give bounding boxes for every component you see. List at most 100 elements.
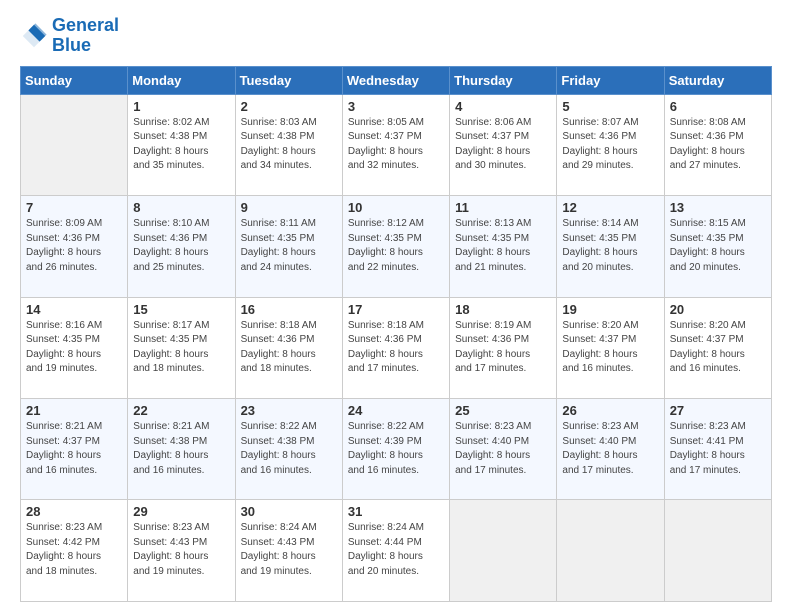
day-info: Sunrise: 8:20 AMSunset: 4:37 PMDaylight:… <box>670 319 766 377</box>
day-number: 14 <box>26 302 122 317</box>
week-row-2: 14 Sunrise: 8:16 AMSunset: 4:35 PMDayligh… <box>21 297 772 398</box>
day-info: Sunrise: 8:12 AMSunset: 4:35 PMDaylight:… <box>348 217 444 275</box>
calendar-cell: 10 Sunrise: 8:12 AMSunset: 4:35 PMDayligh… <box>342 196 449 297</box>
logo-text: General Blue <box>52 16 119 56</box>
day-info: Sunrise: 8:15 AMSunset: 4:35 PMDaylight:… <box>670 217 766 275</box>
day-number: 12 <box>562 200 658 215</box>
day-info: Sunrise: 8:24 AMSunset: 4:44 PMDaylight:… <box>348 521 444 579</box>
day-number: 13 <box>670 200 766 215</box>
day-info: Sunrise: 8:11 AMSunset: 4:35 PMDaylight:… <box>241 217 337 275</box>
calendar-cell <box>664 500 771 602</box>
day-number: 18 <box>455 302 551 317</box>
week-row-1: 7 Sunrise: 8:09 AMSunset: 4:36 PMDaylight… <box>21 196 772 297</box>
day-info: Sunrise: 8:19 AMSunset: 4:36 PMDaylight:… <box>455 319 551 377</box>
calendar-body: 1 Sunrise: 8:02 AMSunset: 4:38 PMDaylight… <box>21 94 772 601</box>
day-info: Sunrise: 8:07 AMSunset: 4:36 PMDaylight:… <box>562 116 658 174</box>
day-info: Sunrise: 8:13 AMSunset: 4:35 PMDaylight:… <box>455 217 551 275</box>
day-info: Sunrise: 8:17 AMSunset: 4:35 PMDaylight:… <box>133 319 229 377</box>
day-number: 22 <box>133 403 229 418</box>
day-number: 27 <box>670 403 766 418</box>
page: General Blue SundayMondayTuesdayWednesda… <box>0 0 792 612</box>
calendar-cell: 26Sunrise: 8:23 AMSunset: 4:40 PMDayligh… <box>557 399 664 500</box>
calendar-cell: 28 Sunrise: 8:23 AMSunset: 4:42 PMDayligh… <box>21 500 128 602</box>
day-number: 25 <box>455 403 551 418</box>
day-number: 20 <box>670 302 766 317</box>
calendar-cell: 30 Sunrise: 8:24 AMSunset: 4:43 PMDayligh… <box>235 500 342 602</box>
header-row: SundayMondayTuesdayWednesdayThursdayFrid… <box>21 66 772 94</box>
day-number: 24 <box>348 403 444 418</box>
calendar-cell: 22 Sunrise: 8:21 AMSunset: 4:38 PMDayligh… <box>128 399 235 500</box>
day-info: Sunrise: 8:02 AMSunset: 4:38 PMDaylight:… <box>133 116 229 174</box>
calendar-cell: 16Sunrise: 8:18 AMSunset: 4:36 PMDayligh… <box>235 297 342 398</box>
weekday-header-monday: Monday <box>128 66 235 94</box>
calendar-cell <box>21 94 128 195</box>
day-info: Sunrise: 8:09 AMSunset: 4:36 PMDaylight:… <box>26 217 122 275</box>
calendar-cell: 4 Sunrise: 8:06 AMSunset: 4:37 PMDaylight… <box>450 94 557 195</box>
calendar-cell <box>450 500 557 602</box>
day-info: Sunrise: 8:05 AMSunset: 4:37 PMDaylight:… <box>348 116 444 174</box>
day-number: 7 <box>26 200 122 215</box>
day-number: 29 <box>133 504 229 519</box>
day-info: Sunrise: 8:08 AMSunset: 4:36 PMDaylight:… <box>670 116 766 174</box>
day-info: Sunrise: 8:23 AMSunset: 4:41 PMDaylight:… <box>670 420 766 478</box>
calendar-cell: 17Sunrise: 8:18 AMSunset: 4:36 PMDayligh… <box>342 297 449 398</box>
day-number: 9 <box>241 200 337 215</box>
day-number: 30 <box>241 504 337 519</box>
calendar-cell: 14 Sunrise: 8:16 AMSunset: 4:35 PMDayligh… <box>21 297 128 398</box>
day-number: 23 <box>241 403 337 418</box>
day-info: Sunrise: 8:10 AMSunset: 4:36 PMDaylight:… <box>133 217 229 275</box>
day-info: Sunrise: 8:21 AMSunset: 4:37 PMDaylight:… <box>26 420 122 478</box>
week-row-3: 21 Sunrise: 8:21 AMSunset: 4:37 PMDayligh… <box>21 399 772 500</box>
calendar-cell: 31 Sunrise: 8:24 AMSunset: 4:44 PMDayligh… <box>342 500 449 602</box>
day-info: Sunrise: 8:03 AMSunset: 4:38 PMDaylight:… <box>241 116 337 174</box>
day-number: 15 <box>133 302 229 317</box>
calendar-cell: 15 Sunrise: 8:17 AMSunset: 4:35 PMDayligh… <box>128 297 235 398</box>
day-info: Sunrise: 8:22 AMSunset: 4:38 PMDaylight:… <box>241 420 337 478</box>
day-number: 4 <box>455 99 551 114</box>
logo: General Blue <box>20 16 119 56</box>
calendar-header: SundayMondayTuesdayWednesdayThursdayFrid… <box>21 66 772 94</box>
calendar-cell: 1 Sunrise: 8:02 AMSunset: 4:38 PMDaylight… <box>128 94 235 195</box>
calendar-cell: 11Sunrise: 8:13 AMSunset: 4:35 PMDayligh… <box>450 196 557 297</box>
week-row-4: 28 Sunrise: 8:23 AMSunset: 4:42 PMDayligh… <box>21 500 772 602</box>
calendar-cell: 29 Sunrise: 8:23 AMSunset: 4:43 PMDayligh… <box>128 500 235 602</box>
day-info: Sunrise: 8:16 AMSunset: 4:35 PMDaylight:… <box>26 319 122 377</box>
logo-icon <box>20 22 48 50</box>
day-info: Sunrise: 8:06 AMSunset: 4:37 PMDaylight:… <box>455 116 551 174</box>
day-info: Sunrise: 8:23 AMSunset: 4:43 PMDaylight:… <box>133 521 229 579</box>
day-number: 26 <box>562 403 658 418</box>
day-number: 1 <box>133 99 229 114</box>
day-number: 6 <box>670 99 766 114</box>
calendar-cell: 20 Sunrise: 8:20 AMSunset: 4:37 PMDayligh… <box>664 297 771 398</box>
day-number: 10 <box>348 200 444 215</box>
calendar-cell: 3 Sunrise: 8:05 AMSunset: 4:37 PMDaylight… <box>342 94 449 195</box>
day-number: 19 <box>562 302 658 317</box>
calendar-cell: 12 Sunrise: 8:14 AMSunset: 4:35 PMDayligh… <box>557 196 664 297</box>
weekday-header-thursday: Thursday <box>450 66 557 94</box>
calendar-cell: 21 Sunrise: 8:21 AMSunset: 4:37 PMDayligh… <box>21 399 128 500</box>
weekday-header-saturday: Saturday <box>664 66 771 94</box>
calendar-cell: 25 Sunrise: 8:23 AMSunset: 4:40 PMDayligh… <box>450 399 557 500</box>
weekday-header-friday: Friday <box>557 66 664 94</box>
day-number: 3 <box>348 99 444 114</box>
day-info: Sunrise: 8:24 AMSunset: 4:43 PMDaylight:… <box>241 521 337 579</box>
calendar-cell: 18 Sunrise: 8:19 AMSunset: 4:36 PMDayligh… <box>450 297 557 398</box>
week-row-0: 1 Sunrise: 8:02 AMSunset: 4:38 PMDaylight… <box>21 94 772 195</box>
calendar-cell: 9 Sunrise: 8:11 AMSunset: 4:35 PMDaylight… <box>235 196 342 297</box>
calendar-cell: 5 Sunrise: 8:07 AMSunset: 4:36 PMDaylight… <box>557 94 664 195</box>
day-number: 16 <box>241 302 337 317</box>
weekday-header-tuesday: Tuesday <box>235 66 342 94</box>
day-info: Sunrise: 8:14 AMSunset: 4:35 PMDaylight:… <box>562 217 658 275</box>
day-info: Sunrise: 8:18 AMSunset: 4:36 PMDaylight:… <box>348 319 444 377</box>
day-number: 21 <box>26 403 122 418</box>
calendar-cell: 6 Sunrise: 8:08 AMSunset: 4:36 PMDaylight… <box>664 94 771 195</box>
day-number: 5 <box>562 99 658 114</box>
day-info: Sunrise: 8:23 AMSunset: 4:42 PMDaylight:… <box>26 521 122 579</box>
day-number: 31 <box>348 504 444 519</box>
day-info: Sunrise: 8:23 AMSunset: 4:40 PMDaylight:… <box>455 420 551 478</box>
header: General Blue <box>20 16 772 56</box>
day-info: Sunrise: 8:21 AMSunset: 4:38 PMDaylight:… <box>133 420 229 478</box>
weekday-header-sunday: Sunday <box>21 66 128 94</box>
day-number: 28 <box>26 504 122 519</box>
calendar-table: SundayMondayTuesdayWednesdayThursdayFrid… <box>20 66 772 602</box>
